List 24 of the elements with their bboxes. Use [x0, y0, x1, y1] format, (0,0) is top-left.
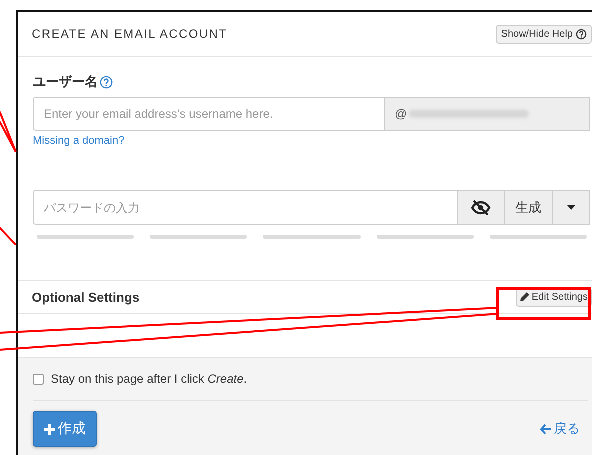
optional-settings-title: Optional Settings	[32, 290, 140, 304]
toggle-visibility-button[interactable]	[458, 190, 505, 225]
missing-domain-link[interactable]: Missing a domain?	[33, 135, 125, 147]
username-field[interactable]: Enter your email address’s username here.	[33, 97, 385, 131]
password-field[interactable]: パスワードの入力	[33, 190, 458, 225]
arrow-left-icon	[540, 424, 552, 434]
checkbox[interactable]	[33, 374, 44, 384]
leader-line	[0, 112, 17, 152]
leader-line	[0, 227, 17, 246]
create-button[interactable]: 作成	[33, 411, 97, 447]
question-icon	[576, 28, 587, 40]
help-icon[interactable]	[100, 76, 113, 88]
leader-line	[0, 122, 17, 152]
pencil-icon	[520, 292, 530, 302]
stay-on-page-label: Stay on this page after I click Create.	[51, 372, 248, 386]
caret-icon	[566, 205, 576, 210]
plus-icon	[44, 424, 55, 434]
back-link[interactable]: 戻る	[540, 420, 580, 438]
username-label: ユーザー名	[33, 73, 98, 91]
generate-button[interactable]: 生成	[505, 190, 553, 225]
domain-prefix: @	[395, 107, 408, 121]
help-button[interactable]: Show/Hide Help	[496, 24, 592, 44]
panel-title: CREATE AN EMAIL ACCOUNT	[32, 27, 228, 41]
eye-slash-icon	[471, 200, 491, 216]
